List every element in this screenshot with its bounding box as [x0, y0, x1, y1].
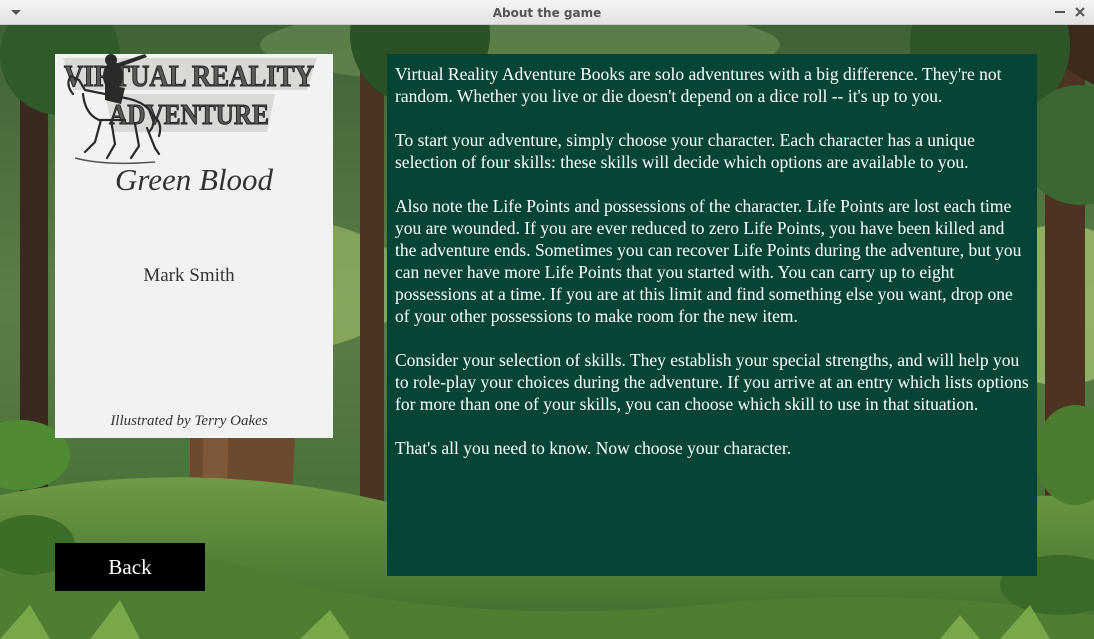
close-icon[interactable] [1072, 4, 1088, 20]
about-paragraph: Also note the Life Points and possession… [395, 196, 1022, 326]
about-paragraph: To start your adventure, simply choose y… [395, 130, 975, 172]
about-paragraph: Virtual Reality Adventure Books are solo… [395, 64, 1002, 106]
about-paragraph: That's all you need to know. Now choose … [395, 438, 792, 458]
book-cover: VIRTUAL REALITY ADVENTURE Green Blood Ma… [55, 54, 333, 438]
cover-illustrator: Illustrated by Terry Oakes [110, 413, 268, 429]
game-scene: VIRTUAL REALITY ADVENTURE Green Blood Ma… [0, 25, 1094, 639]
about-text-panel: Virtual Reality Adventure Books are solo… [387, 54, 1037, 576]
cover-author: Mark Smith [143, 265, 235, 286]
about-paragraph: Consider your selection of skills. They … [395, 350, 1029, 414]
window-title: About the game [492, 6, 602, 20]
window-titlebar: About the game [0, 0, 1094, 25]
minimize-icon[interactable] [1052, 4, 1068, 20]
back-button[interactable]: Back [55, 543, 205, 591]
horse-rider-illustration [67, 54, 162, 165]
cover-title: Green Blood [114, 162, 274, 197]
